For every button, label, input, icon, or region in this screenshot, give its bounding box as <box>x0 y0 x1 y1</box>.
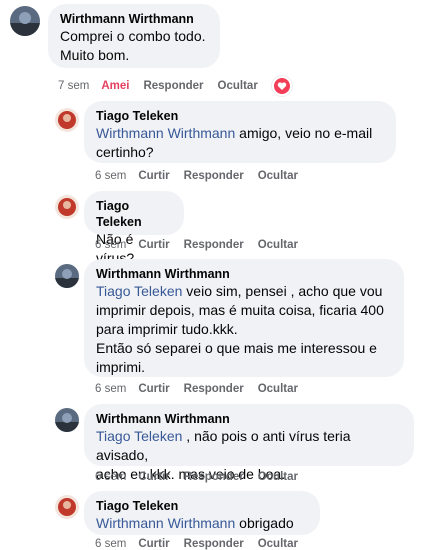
like-button[interactable]: Curtir <box>138 538 169 550</box>
comment-author[interactable]: Wirthmann Wirthmann <box>96 411 402 427</box>
comment-author[interactable]: Wirthmann Wirthmann <box>60 11 208 27</box>
comment-bubble: Wirthmann Wirthmann Tiago Teleken veio s… <box>84 259 404 377</box>
comment-text: imprimir depois, mas é muita coisa, fica… <box>96 302 384 318</box>
comment-actions: 6 sem Curtir Responder Ocultar <box>95 538 312 550</box>
hide-button[interactable]: Ocultar <box>258 170 298 182</box>
hide-button[interactable]: Ocultar <box>258 383 298 395</box>
comment-bubble: Wirthmann Wirthmann Tiago Teleken , não … <box>84 404 414 482</box>
comment-actions: 6 sem Curtir Responder Ocultar <box>95 383 312 395</box>
like-button[interactable]: Curtir <box>138 239 169 251</box>
comment-author[interactable]: Tiago Teleken <box>96 498 308 514</box>
timestamp[interactable]: 6 sem <box>95 239 126 251</box>
comment-author[interactable]: Tiago Teleken <box>96 198 172 230</box>
comment-bubble: Tiago Teleken Não é vírus? <box>84 191 184 266</box>
mention-link[interactable]: Wirthmann Wirthmann <box>96 125 235 141</box>
comment-author[interactable]: Tiago Teleken <box>96 108 384 124</box>
hide-button[interactable]: Ocultar <box>258 471 298 483</box>
timestamp[interactable]: 6 sem <box>95 538 126 550</box>
reply-button[interactable]: Responder <box>184 383 244 395</box>
hide-button[interactable]: Ocultar <box>258 239 298 251</box>
like-button[interactable]: Curtir <box>138 170 169 182</box>
timestamp[interactable]: 7 sem <box>58 80 89 92</box>
comment-text: imprimi. <box>96 359 145 375</box>
avatar[interactable] <box>55 495 79 519</box>
comment-text: para imprimir tudo.kkk. <box>96 321 238 337</box>
comment-text: Wirthmann Wirthmann amigo, veio no e-mai… <box>96 125 373 141</box>
comment-text: Tiago Teleken veio sim, pensei , acho qu… <box>96 283 383 299</box>
reply-button[interactable]: Responder <box>184 170 244 182</box>
like-button[interactable]: Curtir <box>138 383 169 395</box>
comment-bubble: Tiago Teleken Wirthmann Wirthmann amigo,… <box>84 101 396 163</box>
comment-text: Então só separei o que mais me interesso… <box>96 340 377 356</box>
comment-bubble: Wirthmann Wirthmann Comprei o combo todo… <box>48 4 220 68</box>
avatar[interactable] <box>55 195 79 219</box>
comment-actions: 6 sem Curtir Responder Ocultar <box>95 471 312 483</box>
love-button[interactable]: Amei <box>101 80 129 92</box>
avatar[interactable] <box>10 6 40 36</box>
comment-actions: 7 sem Amei Responder Ocultar <box>58 76 292 96</box>
mention-link[interactable]: Tiago Teleken <box>96 428 182 444</box>
comment-actions: 6 sem Curtir Responder Ocultar <box>95 170 312 182</box>
comment-text: certinho? <box>96 144 154 160</box>
mention-link[interactable]: Wirthmann Wirthmann <box>96 515 235 531</box>
reply-button[interactable]: Responder <box>184 538 244 550</box>
comment-author[interactable]: Wirthmann Wirthmann <box>96 266 392 282</box>
comment-text: Muito bom. <box>60 47 130 63</box>
heart-icon <box>271 76 292 96</box>
reply-button[interactable]: Responder <box>143 80 203 92</box>
like-button[interactable]: Curtir <box>138 471 169 483</box>
avatar[interactable] <box>55 408 79 432</box>
comment-text: Wirthmann Wirthmann obrigado <box>96 515 294 531</box>
reply-button[interactable]: Responder <box>184 471 244 483</box>
comment-bubble: Tiago Teleken Wirthmann Wirthmann obriga… <box>84 491 320 535</box>
avatar[interactable] <box>55 264 79 288</box>
hide-button[interactable]: Ocultar <box>258 538 298 550</box>
timestamp[interactable]: 6 sem <box>95 170 126 182</box>
reply-button[interactable]: Responder <box>184 239 244 251</box>
timestamp[interactable]: 6 sem <box>95 471 126 483</box>
comment-text: Tiago Teleken , não pois o anti vírus te… <box>96 428 351 463</box>
hide-button[interactable]: Ocultar <box>218 80 258 92</box>
avatar[interactable] <box>55 108 79 132</box>
mention-link[interactable]: Tiago Teleken <box>96 283 182 299</box>
timestamp[interactable]: 6 sem <box>95 383 126 395</box>
comment-text: Comprei o combo todo. <box>60 28 206 44</box>
comment-actions: 6 sem Curtir Responder Ocultar <box>95 239 312 251</box>
